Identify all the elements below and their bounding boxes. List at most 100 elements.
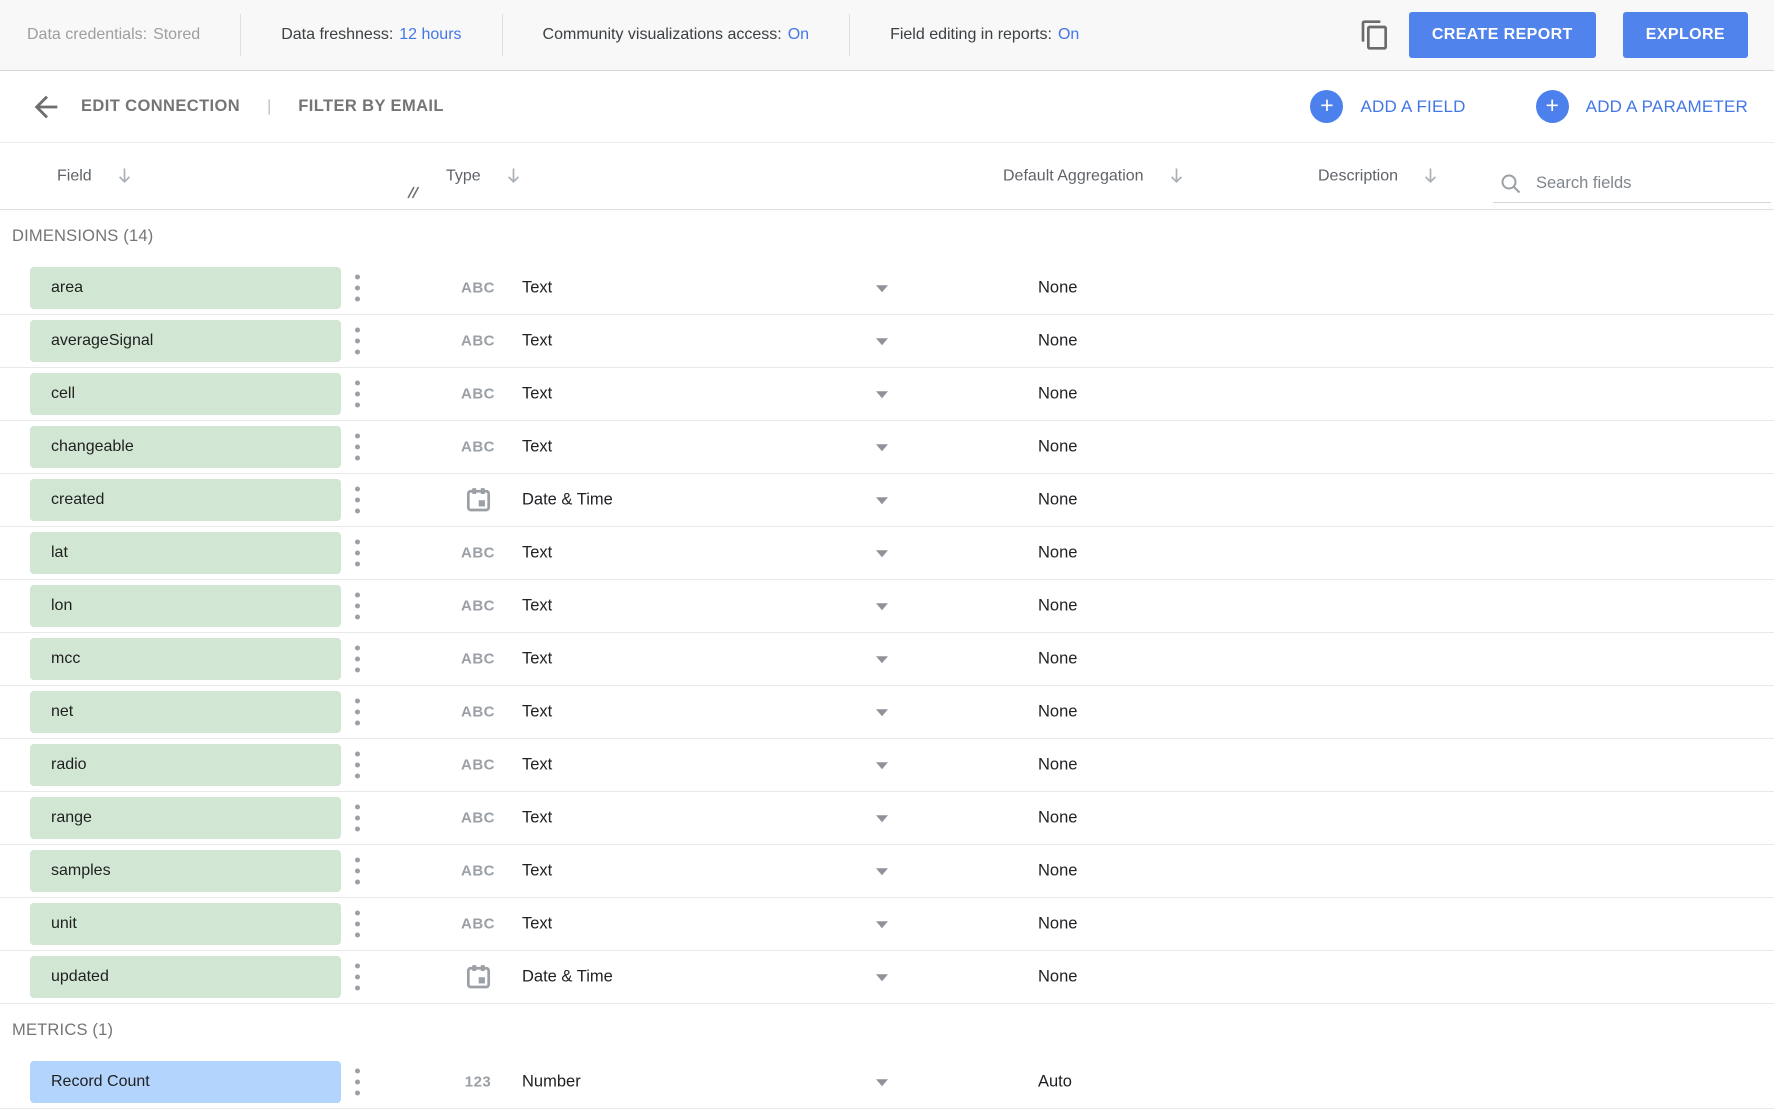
field-type-select[interactable]: Date & Time [452, 474, 890, 526]
sort-arrow-icon [1168, 167, 1185, 186]
field-aggregation-value[interactable]: None [1038, 544, 1077, 563]
data-credentials-label: Data credentials: [27, 26, 147, 44]
field-type-select[interactable]: ABC Text [452, 898, 890, 950]
field-name-chip[interactable]: range [30, 797, 341, 839]
field-type-select[interactable]: ABC Text [452, 421, 890, 473]
more-options-icon[interactable] [351, 271, 364, 306]
field-name-chip[interactable]: changeable [30, 426, 341, 468]
field-aggregation-value[interactable]: None [1038, 703, 1077, 722]
field-aggregation-value[interactable]: None [1038, 650, 1077, 669]
field-name-chip[interactable]: mcc [30, 638, 341, 680]
add-a-field-label: ADD A FIELD [1360, 97, 1465, 117]
column-resize-handle-icon[interactable] [404, 185, 421, 204]
field-name-chip[interactable]: averageSignal [30, 320, 341, 362]
field-editing-status: Field editing in reports: On [890, 26, 1079, 44]
dropdown-arrow-icon [876, 391, 888, 398]
text-type-icon: ABC [452, 757, 504, 774]
create-report-button[interactable]: CREATE REPORT [1409, 12, 1596, 58]
more-options-icon[interactable] [351, 960, 364, 995]
field-aggregation-value[interactable]: None [1038, 438, 1077, 457]
field-type-select[interactable]: 123 Number [452, 1056, 890, 1108]
field-name-chip[interactable]: updated [30, 956, 341, 998]
more-options-icon[interactable] [351, 536, 364, 571]
field-name-chip[interactable]: radio [30, 744, 341, 786]
filter-by-email-button[interactable]: FILTER BY EMAIL [298, 97, 444, 116]
explore-button[interactable]: EXPLORE [1623, 12, 1748, 58]
field-type-select[interactable]: ABC Text [452, 262, 890, 314]
field-name-chip[interactable]: Record Count [30, 1061, 341, 1103]
field-name-label: mcc [51, 650, 80, 668]
field-name-chip[interactable]: lon [30, 585, 341, 627]
copy-icon[interactable] [1357, 17, 1393, 53]
field-type-select[interactable]: ABC Text [452, 315, 890, 367]
field-type-select[interactable]: ABC Text [452, 633, 890, 685]
more-options-icon[interactable] [351, 907, 364, 942]
column-header-field[interactable]: Field [57, 167, 133, 186]
text-type-icon: ABC [452, 439, 504, 456]
field-aggregation-value[interactable]: None [1038, 597, 1077, 616]
more-options-icon[interactable] [351, 801, 364, 836]
more-options-icon[interactable] [351, 642, 364, 677]
dropdown-arrow-icon [876, 868, 888, 875]
field-aggregation-value[interactable]: None [1038, 968, 1077, 987]
field-aggregation-value[interactable]: None [1038, 915, 1077, 934]
field-name-chip[interactable]: created [30, 479, 341, 521]
field-row: area ABC Text None [0, 262, 1774, 315]
field-aggregation-value[interactable]: None [1038, 491, 1077, 510]
more-options-icon[interactable] [351, 1065, 364, 1100]
field-type-select[interactable]: ABC Text [452, 845, 890, 897]
more-options-icon[interactable] [351, 483, 364, 518]
search-fields-input[interactable] [1536, 174, 1771, 193]
field-type-select[interactable]: ABC Text [452, 792, 890, 844]
field-row: lat ABC Text None [0, 527, 1774, 580]
field-type-select[interactable]: Date & Time [452, 951, 890, 1003]
sort-arrow-icon [116, 167, 133, 186]
field-aggregation-value[interactable]: None [1038, 862, 1077, 881]
field-name-label: area [51, 279, 83, 297]
field-aggregation-value[interactable]: None [1038, 332, 1077, 351]
field-type-select[interactable]: ABC Text [452, 580, 890, 632]
field-type-label: Date & Time [522, 491, 613, 510]
back-arrow-icon[interactable] [27, 88, 65, 126]
field-aggregation-value[interactable]: None [1038, 279, 1077, 298]
dropdown-arrow-icon [876, 497, 888, 504]
more-options-icon[interactable] [351, 377, 364, 412]
more-options-icon[interactable] [351, 324, 364, 359]
add-a-field-button[interactable]: + ADD A FIELD [1310, 90, 1465, 123]
column-header-description[interactable]: Description [1318, 167, 1439, 186]
field-type-label: Text [522, 862, 552, 881]
more-options-icon[interactable] [351, 695, 364, 730]
add-a-parameter-button[interactable]: + ADD A PARAMETER [1536, 90, 1748, 123]
field-name-chip[interactable]: samples [30, 850, 341, 892]
field-name-chip[interactable]: net [30, 691, 341, 733]
field-name-chip[interactable]: unit [30, 903, 341, 945]
column-header-type[interactable]: Type [446, 167, 522, 186]
field-name-chip[interactable]: cell [30, 373, 341, 415]
community-viz-value[interactable]: On [788, 26, 809, 44]
field-type-select[interactable]: ABC Text [452, 739, 890, 791]
more-options-icon[interactable] [351, 589, 364, 624]
edit-connection-button[interactable]: EDIT CONNECTION [81, 97, 240, 116]
field-type-label: Text [522, 650, 552, 669]
number-type-icon: 123 [452, 1074, 504, 1091]
dropdown-arrow-icon [876, 285, 888, 292]
field-name-chip[interactable]: area [30, 267, 341, 309]
more-options-icon[interactable] [351, 430, 364, 465]
field-aggregation-value[interactable]: None [1038, 809, 1077, 828]
field-type-select[interactable]: ABC Text [452, 686, 890, 738]
field-row: unit ABC Text None [0, 898, 1774, 951]
vertical-divider [240, 14, 241, 56]
field-name-label: unit [51, 915, 77, 933]
field-name-label: averageSignal [51, 332, 153, 350]
field-aggregation-value[interactable]: Auto [1038, 1073, 1072, 1092]
more-options-icon[interactable] [351, 748, 364, 783]
field-aggregation-value[interactable]: None [1038, 385, 1077, 404]
more-options-icon[interactable] [351, 854, 364, 889]
field-name-chip[interactable]: lat [30, 532, 341, 574]
column-header-default-aggregation[interactable]: Default Aggregation [1003, 167, 1185, 186]
data-freshness-value[interactable]: 12 hours [399, 26, 461, 44]
field-editing-value[interactable]: On [1058, 26, 1079, 44]
field-type-select[interactable]: ABC Text [452, 527, 890, 579]
field-aggregation-value[interactable]: None [1038, 756, 1077, 775]
field-type-select[interactable]: ABC Text [452, 368, 890, 420]
